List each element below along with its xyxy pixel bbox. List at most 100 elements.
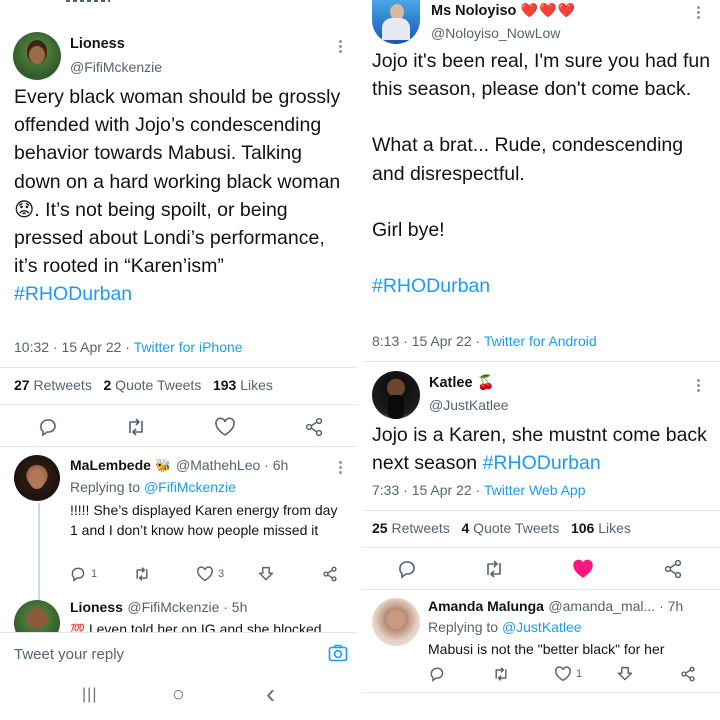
retweets-count: 27 — [14, 377, 30, 393]
more-icon[interactable] — [339, 461, 343, 475]
replying-to-link[interactable]: @FifiMckenzie — [144, 479, 236, 495]
more-icon[interactable] — [339, 40, 343, 54]
reply-icon[interactable] — [429, 666, 445, 682]
retweet-icon[interactable] — [125, 417, 147, 437]
tweet-meta: 10:32 · 15 Apr 22 · Twitter for iPhone — [14, 339, 243, 355]
cherries-emoji-icon: 🍒 — [476, 374, 495, 390]
divider — [362, 589, 720, 590]
reply-text: 💯 I even told her on IG and she blocked — [70, 619, 350, 632]
replying-prefix: Replying to — [70, 479, 144, 495]
download-icon[interactable] — [258, 566, 274, 582]
tweet-paragraph: What a brat... Rude, condescending and d… — [372, 134, 684, 185]
reply-header: Lioness @FifiMckenzie · 5h — [70, 599, 247, 617]
avatar[interactable] — [372, 371, 420, 419]
retweets-stat[interactable]: 27 Retweets — [14, 377, 92, 393]
reply-avatar[interactable] — [372, 598, 420, 646]
divider — [362, 547, 720, 548]
reply-icon[interactable] — [70, 566, 86, 582]
reply-author-name[interactable]: Amanda Malunga — [428, 598, 544, 614]
share-icon[interactable] — [680, 666, 696, 682]
reply-input[interactable]: Tweet your reply — [14, 646, 124, 663]
author-handle[interactable]: @FifiMckenzie — [70, 59, 162, 75]
share-icon[interactable] — [663, 559, 683, 579]
likes-stat[interactable]: 106 Likes — [571, 520, 631, 536]
avatar[interactable] — [372, 0, 420, 44]
reply-handle-time[interactable]: @amanda_mal... · 7h — [548, 598, 683, 614]
replying-to: Replying to @JustKatlee — [428, 619, 582, 635]
likes-count: 193 — [212, 377, 237, 393]
more-icon[interactable] — [697, 6, 701, 20]
reply-header: MaLembede 🐝 @MathehLeo · 6h — [70, 457, 288, 475]
home-button[interactable]: ○ — [172, 683, 185, 707]
reply-icon[interactable] — [397, 559, 417, 579]
author-handle[interactable]: @JustKatlee — [429, 397, 509, 413]
reply-author-name[interactable]: MaLembede — [70, 457, 151, 473]
tweet-meta: 7:33 · 15 Apr 22 · Twitter Web App — [372, 482, 586, 498]
tweet-stats: 27 Retweets 2 Quote Tweets 193 Likes — [14, 377, 273, 393]
divider — [0, 404, 358, 405]
camera-icon[interactable] — [328, 644, 348, 662]
hashtag-link[interactable]: #RHODurban — [372, 272, 712, 300]
retweets-count: 25 — [372, 520, 388, 536]
author-name[interactable]: Lioness — [70, 36, 125, 52]
tweet-client[interactable]: Twitter Web App — [484, 482, 586, 498]
likes-label: Likes — [236, 377, 273, 393]
tweet-text: Jojo is a Karen, she mustnt come back ne… — [372, 421, 712, 477]
reply-handle-time[interactable]: @MathehLeo · 6h — [176, 457, 288, 473]
compose-bar: Tweet your reply — [0, 632, 358, 674]
likes-stat[interactable]: 193 Likes — [213, 377, 273, 393]
quotes-stat[interactable]: 4 Quote Tweets — [462, 520, 560, 536]
retweet-icon[interactable] — [492, 666, 510, 682]
author-name[interactable]: Ms Noloyiso — [431, 3, 516, 19]
tweet-time: 7:33 · 15 Apr 22 · — [372, 482, 484, 498]
hashtag-link[interactable]: #RHODurban — [483, 452, 601, 474]
replying-to-link[interactable]: @JustKatlee — [502, 619, 582, 635]
hearts-emoji-icon: ❤️❤️❤️ — [520, 2, 577, 18]
retweets-stat[interactable]: 25 Retweets — [372, 520, 450, 536]
author-name[interactable]: Katlee — [429, 375, 473, 391]
author-handle[interactable]: @Noloyiso_NowLow — [431, 25, 560, 41]
likes-label: Likes — [594, 520, 631, 536]
share-icon[interactable] — [322, 566, 338, 582]
reply-header: Amanda Malunga @amanda_mal... · 7h — [428, 598, 716, 616]
like-icon[interactable] — [554, 666, 572, 682]
tweet-paragraph: Jojo it's been real, I'm sure you had fu… — [372, 50, 711, 101]
reply-avatar[interactable] — [14, 455, 60, 501]
retweet-icon[interactable] — [133, 566, 151, 582]
system-nav-bar: ||| ○ ‹ — [0, 674, 358, 720]
share-icon[interactable] — [304, 417, 324, 437]
tweet-paragraph: Girl bye! — [372, 218, 445, 241]
reply-text: !!!!! She’s displayed Karen energy from … — [70, 502, 338, 538]
retweets-label: Retweets — [29, 377, 92, 393]
back-button[interactable]: ‹ — [266, 678, 275, 710]
cut-off-text — [66, 0, 116, 3]
liked-heart-icon[interactable] — [572, 559, 594, 579]
like-icon[interactable] — [196, 566, 214, 582]
like-count: 3 — [218, 568, 225, 580]
tweet-client[interactable]: Twitter for iPhone — [134, 339, 243, 355]
download-icon[interactable] — [617, 666, 633, 682]
avatar[interactable] — [13, 32, 61, 80]
quotes-stat[interactable]: 2 Quote Tweets — [104, 377, 202, 393]
more-icon[interactable] — [697, 379, 701, 393]
like-icon[interactable] — [214, 417, 236, 437]
reply-icon[interactable] — [38, 417, 58, 437]
tweet-text: Jojo it's been real, I'm sure you had fu… — [372, 47, 712, 300]
likes-count: 106 — [570, 520, 595, 536]
like-count: 1 — [576, 668, 583, 680]
reply-handle-time[interactable]: @FifiMckenzie · 5h — [127, 599, 247, 615]
quotes-label: Quote Tweets — [111, 377, 202, 393]
retweets-label: Retweets — [387, 520, 450, 536]
author-header: Ms Noloyiso ❤️❤️❤️ — [431, 2, 576, 20]
reply-count: 1 — [91, 568, 98, 580]
tweet-time: 10:32 · 15 Apr 22 · — [14, 339, 134, 355]
reply-author-name[interactable]: Lioness — [70, 599, 123, 615]
retweet-icon[interactable] — [483, 559, 505, 579]
replying-to: Replying to @FifiMckenzie — [70, 479, 236, 495]
tweet-client[interactable]: Twitter for Android — [484, 333, 597, 349]
bee-emoji-icon: 🐝 — [155, 458, 172, 473]
left-screenshot: Lioness @FifiMckenzie Every black woman … — [0, 0, 358, 720]
quotes-label: Quote Tweets — [469, 520, 560, 536]
hashtag-link[interactable]: #RHODurban — [14, 283, 132, 305]
recent-apps-button[interactable]: ||| — [82, 686, 97, 704]
